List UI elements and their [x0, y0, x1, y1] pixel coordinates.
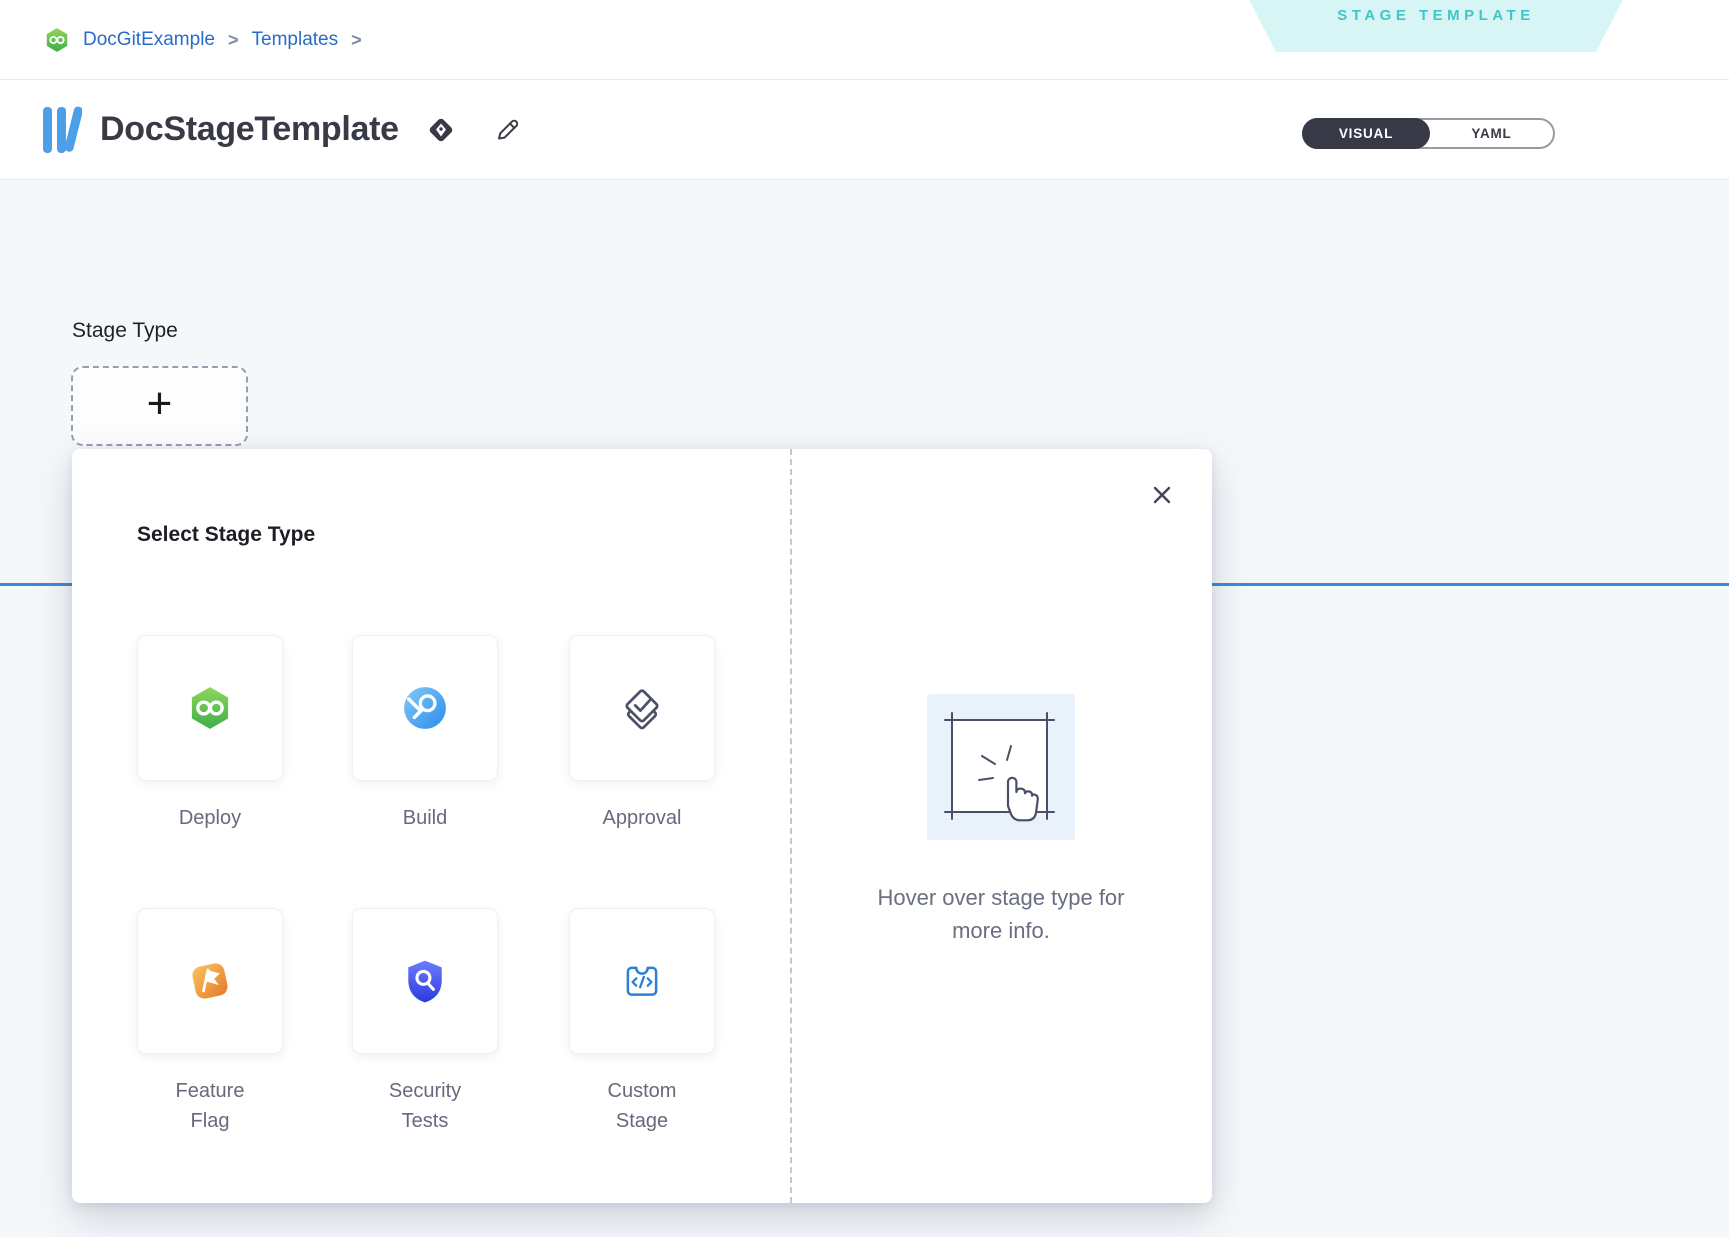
select-stage-type-modal: Select Stage Type Deploy [72, 449, 1212, 1203]
security-shield-search-icon [402, 958, 448, 1004]
stage-type-label-security-tests: Security Tests [372, 1076, 478, 1136]
breadcrumb-separator-icon: > [228, 30, 239, 51]
stage-type-label-custom-stage: Custom Stage [589, 1076, 695, 1136]
stage-type-cell-custom-stage: Custom Stage [569, 908, 715, 1136]
breadcrumb-separator-icon: > [351, 30, 362, 51]
stage-type-cell-deploy: Deploy [137, 635, 283, 833]
title-bar: DocStageTemplate VISUAL YAML [0, 80, 1729, 180]
stage-type-cell-security-tests: Security Tests [352, 908, 498, 1136]
visual-yaml-toggle: VISUAL YAML [1302, 118, 1555, 149]
breadcrumb-project-link[interactable]: DocGitExample [83, 29, 215, 51]
stage-type-label-build: Build [372, 803, 478, 833]
stage-type-cell-approval: Approval [569, 635, 715, 833]
hover-info-text: Hover over stage type for more info. [851, 881, 1151, 947]
stage-type-card-build[interactable] [352, 635, 498, 781]
project-hexagon-icon [44, 27, 70, 53]
custom-stage-code-icon [619, 958, 665, 1004]
hover-info-container: Hover over stage type for more info. [790, 881, 1212, 947]
approval-check-diamond-icon [619, 685, 665, 731]
edit-pencil-icon[interactable] [493, 116, 521, 144]
stage-type-card-approval[interactable] [569, 635, 715, 781]
pipeline-canvas: Stage Type + Select Stage Type Deploy [0, 180, 1729, 1237]
stage-type-card-custom-stage[interactable] [569, 908, 715, 1054]
stage-type-card-feature-flag[interactable] [137, 908, 283, 1054]
modal-close-button[interactable] [1146, 479, 1178, 511]
template-diamond-icon [425, 114, 457, 146]
stage-template-editor-screen: DocGitExample > Templates > STAGE TEMPLA… [0, 0, 1729, 1237]
modal-panel-divider [790, 449, 792, 1203]
stage-type-label-feature-flag: Feature Flag [157, 1076, 263, 1136]
stage-template-badge-label: STAGE TEMPLATE [1337, 7, 1534, 24]
close-x-icon [1151, 484, 1173, 506]
stage-template-badge: STAGE TEMPLATE [1244, 0, 1628, 52]
template-library-icon [42, 106, 82, 154]
feature-flag-icon [187, 958, 233, 1004]
breadcrumb-templates-link[interactable]: Templates [252, 29, 339, 51]
stage-type-label-approval: Approval [589, 803, 695, 833]
stage-type-card-deploy[interactable] [137, 635, 283, 781]
stage-type-card-security-tests[interactable] [352, 908, 498, 1054]
harness-ci-circle-icon [402, 685, 448, 731]
modal-title: Select Stage Type [137, 523, 315, 547]
harness-cd-hexagon-icon [187, 685, 233, 731]
page-title: DocStageTemplate [100, 110, 399, 149]
add-stage-button[interactable]: + [71, 366, 248, 446]
title-group: DocStageTemplate [42, 80, 521, 179]
stage-type-cell-build: Build [352, 635, 498, 833]
toggle-yaml-button[interactable]: YAML [1430, 120, 1553, 147]
stage-type-label-deploy: Deploy [157, 803, 263, 833]
stage-type-cell-feature-flag: Feature Flag [137, 908, 283, 1136]
breadcrumb: DocGitExample > Templates > [44, 0, 362, 80]
toggle-visual-button[interactable]: VISUAL [1302, 118, 1430, 149]
click-square-hand-illustration [927, 694, 1075, 840]
stage-type-label: Stage Type [72, 319, 178, 343]
